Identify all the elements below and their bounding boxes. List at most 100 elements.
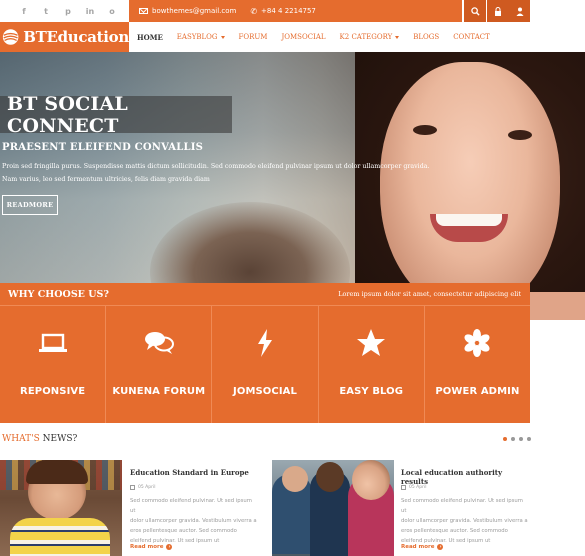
- student-hair-graphic: [26, 460, 88, 484]
- news-card: Education Standard in Europe 05 April Se…: [0, 460, 260, 556]
- hero-subtitle: PRAESENT ELEIFEND CONVALLIS: [2, 142, 204, 153]
- news-card-readmore[interactable]: Read more ›: [401, 544, 444, 550]
- news-card-title[interactable]: Local education authority results: [401, 468, 530, 486]
- news-card-title[interactable]: Education Standard in Europe: [130, 468, 249, 477]
- logo-text: BTEducation: [23, 28, 129, 46]
- nav-blogs[interactable]: Blogs: [413, 33, 439, 41]
- envelope-icon: [139, 8, 148, 14]
- phone-text: +84 4 2214757: [261, 7, 316, 15]
- nav-jomsocial[interactable]: JomSocial: [281, 33, 325, 41]
- hero-text-line-1: Proin sed fringilla purus. Suspendisse m…: [2, 163, 430, 170]
- hero-left-eye: [413, 125, 437, 135]
- excerpt-line: dolor ullamcorper gravida. Vestibulum vi…: [130, 518, 257, 524]
- calendar-icon: [401, 485, 406, 490]
- facebook-icon[interactable]: f: [18, 5, 30, 17]
- news-carousel-dots: [503, 437, 531, 441]
- linkedin-icon[interactable]: in: [84, 5, 96, 17]
- phone-icon: ✆: [250, 6, 258, 16]
- carousel-dot[interactable]: [527, 437, 531, 441]
- asterisk-icon: [464, 329, 490, 357]
- feature-label: EASY BLOG: [339, 386, 404, 397]
- news-card-readmore[interactable]: Read more ›: [130, 544, 173, 550]
- feature-jomsocial[interactable]: JOMSOCIAL: [212, 305, 319, 423]
- feature-label: KUNENA FORUM: [112, 386, 206, 397]
- feature-label: REPONSIVE: [20, 386, 86, 397]
- nav-contact[interactable]: Contact: [453, 33, 490, 41]
- laptop-icon: [38, 333, 67, 352]
- lightning-icon: [258, 329, 272, 357]
- email-contact[interactable]: bowthemes@gmail.com: [139, 7, 236, 15]
- chat-icon: [144, 332, 174, 354]
- hero-title: BT SOCIAL CONNECT: [0, 93, 232, 137]
- news-title-rest: NEWS?: [42, 434, 78, 444]
- student-right-face-graphic: [352, 460, 390, 500]
- news-section-title: WHAT'S NEWS?: [2, 434, 77, 444]
- news-card-date: 05 April: [130, 485, 155, 490]
- phone-contact: ✆ +84 4 2214757: [250, 7, 316, 16]
- carousel-dot[interactable]: [503, 437, 507, 441]
- excerpt-line: Sed commodo eleifend pulvinar. Ut sed ip…: [130, 498, 252, 514]
- feature-label: JOMSOCIAL: [233, 386, 297, 397]
- contact-bar: bowthemes@gmail.com ✆ +84 4 2214757: [129, 0, 462, 22]
- user-button[interactable]: [509, 0, 530, 22]
- hero-right-eye: [508, 130, 532, 140]
- feature-kunena-forum[interactable]: KUNENA FORUM: [106, 305, 213, 423]
- hero-teeth: [436, 214, 502, 226]
- search-icon: [470, 6, 480, 16]
- logo-mark-icon: [2, 29, 19, 45]
- news-card-date-text: 05 April: [138, 485, 156, 490]
- nav-easyblog[interactable]: EasyBlog: [177, 33, 225, 41]
- caret-down-icon: [395, 35, 400, 39]
- excerpt-line: Sed commodo eleifend pulvinar. Ut sed ip…: [401, 498, 523, 514]
- user-icon: [516, 7, 523, 16]
- feature-power-admin[interactable]: POWER ADMIN: [424, 305, 531, 423]
- calendar-icon: [130, 485, 135, 490]
- social-links: f t p in o: [18, 5, 118, 17]
- hero-readmore-button[interactable]: READMORE: [2, 195, 58, 215]
- carousel-dot[interactable]: [511, 437, 515, 441]
- student-left-face-graphic: [282, 466, 308, 492]
- news-card-date-text: 05 April: [409, 485, 427, 490]
- readmore-label: Read more: [401, 544, 435, 550]
- student-shirt-graphic: [10, 518, 110, 556]
- site-logo[interactable]: BTEducation: [0, 22, 129, 52]
- news-card-excerpt: Sed commodo eleifend pulvinar. Ut sed ip…: [401, 496, 529, 546]
- nav-k2-category[interactable]: K2 Category: [340, 33, 400, 41]
- search-button[interactable]: [464, 0, 486, 22]
- nav-k2-category-label: K2 Category: [339, 33, 393, 41]
- why-tagline: Lorem ipsum dolor sit amet, consectetur …: [338, 290, 521, 298]
- star-icon: [357, 329, 386, 356]
- readmore-label: Read more: [130, 544, 164, 550]
- excerpt-line: dolor ullamcorper gravida. Vestibulum vi…: [401, 518, 528, 524]
- news-card: Local education authority results 05 Apr…: [272, 460, 530, 556]
- features-row: REPONSIVE KUNENA FORUM JOMSOCIAL EASY BL…: [0, 305, 531, 423]
- email-text: bowthemes@gmail.com: [152, 7, 237, 15]
- nav-forum[interactable]: Forum: [239, 33, 268, 41]
- excerpt-line: eros pellentesque auctor. Sed commodo: [130, 528, 237, 534]
- lock-icon: [495, 6, 501, 16]
- main-nav: Home EasyBlog Forum JomSocial K2 Categor…: [129, 22, 530, 53]
- top-bar-spacer: [530, 0, 585, 22]
- news-card-image[interactable]: [272, 460, 394, 556]
- hero-text-line-2: Nam varius, leo sed fermentum ultricies,…: [2, 176, 210, 183]
- twitter-icon[interactable]: t: [40, 5, 52, 17]
- why-title: WHY CHOOSE US?: [8, 288, 109, 300]
- feature-easy-blog[interactable]: EASY BLOG: [318, 305, 425, 423]
- excerpt-line: eros pellentesque auctor. Sed commodo: [401, 528, 508, 534]
- feature-responsive[interactable]: REPONSIVE: [0, 305, 107, 423]
- login-button[interactable]: [487, 0, 509, 22]
- news-card-date: 05 April: [401, 485, 426, 490]
- student-middle-hair-graphic: [316, 462, 344, 492]
- arrow-right-icon: ›: [166, 544, 173, 550]
- hero-text: Proin sed fringilla purus. Suspendisse m…: [2, 160, 452, 186]
- news-card-excerpt: Sed commodo eleifend pulvinar. Ut sed ip…: [130, 496, 258, 546]
- nav-home[interactable]: Home: [137, 33, 163, 42]
- pinterest-icon[interactable]: p: [62, 5, 74, 17]
- dribbble-icon[interactable]: o: [106, 5, 118, 17]
- arrow-right-icon: ›: [437, 544, 444, 550]
- feature-label: POWER ADMIN: [435, 386, 520, 397]
- carousel-dot[interactable]: [519, 437, 523, 441]
- hero-face: [380, 62, 560, 312]
- caret-down-icon: [220, 35, 225, 39]
- news-card-image[interactable]: [0, 460, 122, 556]
